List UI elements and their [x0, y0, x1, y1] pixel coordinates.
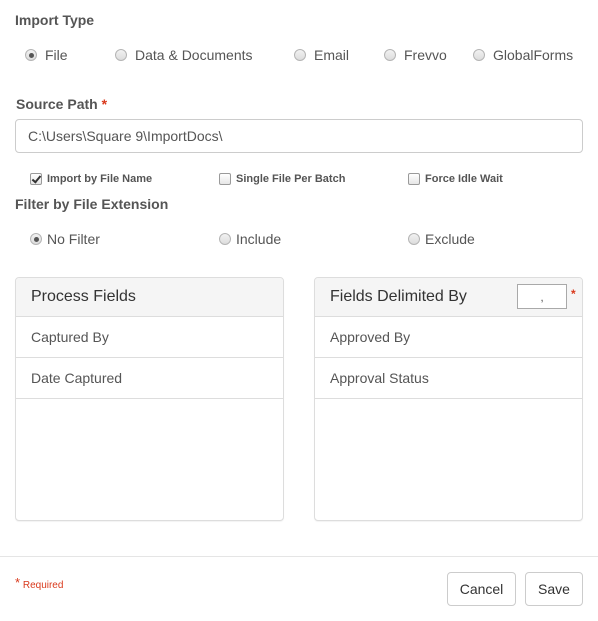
radio-button[interactable]	[294, 49, 306, 61]
required-text: Required	[22, 580, 64, 591]
checkbox-force-idle-wait[interactable]: Force Idle Wait	[408, 173, 503, 185]
checkbox-label: Single File Per Batch	[236, 173, 346, 185]
radio-filter-exclude[interactable]: Exclude	[408, 231, 475, 247]
required-marker: *	[571, 287, 576, 301]
source-path-label: Source Path *	[16, 96, 107, 112]
source-path-label-text: Source Path	[16, 96, 98, 112]
required-marker: *	[15, 575, 21, 590]
checkbox[interactable]	[219, 173, 231, 185]
checkbox[interactable]	[30, 173, 42, 185]
list-item[interactable]: Captured By	[16, 317, 283, 358]
checkbox-import-by-file-name[interactable]: Import by File Name	[30, 173, 152, 185]
checkbox-label: Import by File Name	[47, 173, 153, 185]
radio-import-email[interactable]: Email	[294, 47, 349, 63]
radio-label: Email	[314, 47, 350, 63]
list-item[interactable]: Date Captured	[16, 358, 283, 399]
radio-button[interactable]	[408, 233, 420, 245]
radio-import-globalforms[interactable]: GlobalForms	[473, 47, 573, 63]
checkbox[interactable]	[408, 173, 420, 185]
radio-label: Include	[236, 231, 282, 247]
panel-heading: Fields Delimited By *	[315, 278, 582, 317]
radio-button[interactable]	[25, 49, 37, 61]
import-type-label: Import Type	[15, 12, 95, 28]
source-path-input[interactable]	[15, 119, 583, 153]
filter-radio-group: No Filter Include Exclude	[0, 230, 598, 250]
radio-import-file[interactable]: File	[25, 47, 68, 63]
radio-button[interactable]	[384, 49, 396, 61]
radio-import-data-documents[interactable]: Data & Documents	[115, 47, 253, 63]
import-type-radio-group: File Data & Documents Email Frevvo Globa…	[0, 45, 598, 65]
radio-button[interactable]	[473, 49, 485, 61]
radio-filter-include[interactable]: Include	[219, 231, 281, 247]
list-item[interactable]: Approved By	[315, 317, 582, 358]
process-fields-panel: Process Fields Captured By Date Captured	[15, 277, 284, 521]
radio-button[interactable]	[115, 49, 127, 61]
footer-divider	[0, 556, 598, 557]
filter-label: Filter by File Extension	[15, 196, 169, 212]
panel-heading: Process Fields	[16, 278, 283, 317]
required-marker: *	[101, 96, 108, 112]
list-item[interactable]: Approval Status	[315, 358, 582, 399]
radio-label: No Filter	[47, 231, 100, 247]
radio-label: Frevvo	[404, 47, 447, 63]
radio-label: File	[45, 47, 68, 63]
checkbox-label: Force Idle Wait	[425, 173, 503, 185]
radio-import-frevvo[interactable]: Frevvo	[384, 47, 447, 63]
save-button[interactable]: Save	[525, 572, 583, 606]
cancel-button[interactable]: Cancel	[447, 572, 516, 606]
required-note: * Required	[15, 575, 64, 591]
panel-title: Fields Delimited By	[330, 288, 467, 305]
radio-filter-no-filter[interactable]: No Filter	[30, 231, 100, 247]
radio-button[interactable]	[30, 233, 42, 245]
radio-button[interactable]	[219, 233, 231, 245]
delimited-fields-panel: Fields Delimited By * Approved By Approv…	[314, 277, 583, 521]
panel-title: Process Fields	[31, 288, 136, 305]
checkbox-single-file-per-batch[interactable]: Single File Per Batch	[219, 173, 345, 185]
delimiter-input[interactable]	[517, 284, 567, 309]
radio-label: GlobalForms	[493, 47, 574, 63]
radio-label: Data & Documents	[135, 47, 253, 63]
radio-label: Exclude	[425, 231, 475, 247]
